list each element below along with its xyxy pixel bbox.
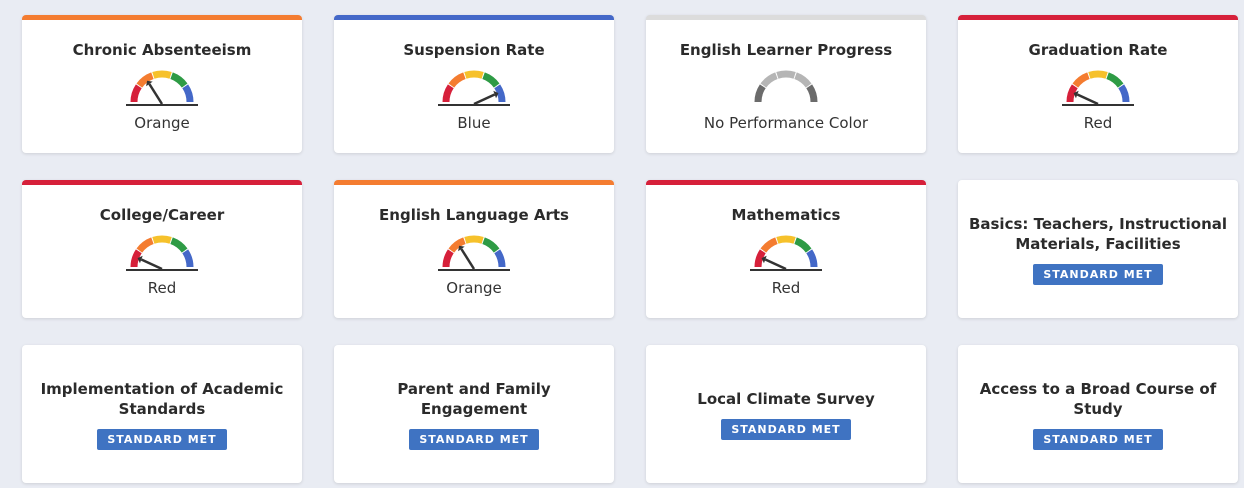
standard-met-badge: STANDARD MET (721, 418, 851, 440)
card-mathematics[interactable]: Mathematics Red (646, 180, 926, 318)
card-title: Suspension Rate (403, 41, 545, 59)
gauge-segment-yellow (776, 235, 796, 244)
card-status: Red (771, 279, 801, 297)
gauge-segment-blue (1118, 84, 1130, 103)
card-parent-family-engagement[interactable]: Parent and Family Engagement STANDARD ME… (334, 345, 614, 483)
card-implementation-academic-standards[interactable]: Implementation of Academic Standards STA… (22, 345, 302, 483)
gauge-segment-red (754, 84, 766, 103)
standard-met-badge: STANDARD MET (1033, 263, 1163, 285)
card-title: Parent and Family Engagement (397, 379, 551, 418)
card-status: No Performance Color (703, 114, 869, 132)
card-title: Local Climate Survey (697, 389, 875, 408)
gauge-needle (473, 93, 496, 106)
gauge-segment-green (482, 237, 500, 253)
gauge-segment-blue (806, 84, 818, 103)
gauge-icon (126, 70, 198, 106)
gauge-icon (754, 70, 818, 103)
card-title: Access to a Broad Course of Study (979, 379, 1217, 418)
card-title: Implementation of Academic Standards (40, 379, 284, 418)
gauge-segment-yellow (464, 235, 484, 244)
card-college-career[interactable]: College/Career Red (22, 180, 302, 318)
card-title: Chronic Absenteeism (72, 41, 252, 59)
card-english-language-arts[interactable]: English Language Arts Orange (334, 180, 614, 318)
card-status: Red (1083, 114, 1113, 132)
gauge-needle (148, 83, 164, 105)
standard-met-badge: STANDARD MET (1033, 428, 1163, 450)
gauge-needle (460, 248, 476, 270)
card-graduation-rate[interactable]: Graduation Rate Red (958, 15, 1238, 153)
card-title: College/Career (99, 206, 225, 224)
card-status: Blue (457, 114, 491, 132)
gauge-needle (1076, 93, 1099, 106)
gauge-segment-yellow (776, 70, 796, 79)
gauge-segment-yellow (152, 70, 172, 79)
card-title: Graduation Rate (1028, 41, 1168, 59)
gauge-needle (140, 258, 163, 271)
card-status: Orange (134, 114, 190, 132)
gauge-segment-blue (182, 84, 194, 103)
gauge-segment-green (170, 72, 188, 88)
gauge-segment-orange (136, 237, 154, 253)
gauge-segment-green (794, 237, 812, 253)
gauge-segment-orange (448, 72, 466, 88)
card-chronic-absenteeism[interactable]: Chronic Absenteeism Orange (22, 15, 302, 153)
gauge-segment-red (442, 84, 454, 103)
gauge-icon (438, 235, 510, 271)
gauge-icon (750, 235, 822, 271)
gauge-segment-orange (1072, 72, 1090, 88)
gauge-segment-blue (494, 249, 506, 268)
card-access-broad-course[interactable]: Access to a Broad Course of Study STANDA… (958, 345, 1238, 483)
card-local-climate-survey[interactable]: Local Climate Survey STANDARD MET (646, 345, 926, 483)
card-title: Basics: Teachers, Instructional Material… (968, 214, 1228, 253)
gauge-needle (764, 258, 787, 271)
gauge-segment-yellow (1088, 70, 1108, 79)
card-basics[interactable]: Basics: Teachers, Instructional Material… (958, 180, 1238, 318)
gauge-segment-blue (182, 249, 194, 268)
gauge-segment-red (130, 84, 142, 103)
standard-met-badge: STANDARD MET (97, 428, 227, 450)
card-status: Orange (446, 279, 502, 297)
gauge-icon (126, 235, 198, 271)
gauge-segment-yellow (152, 235, 172, 244)
gauge-segment-orange (760, 237, 778, 253)
card-title: Mathematics (731, 206, 841, 224)
gauge-icon (438, 70, 510, 106)
card-title: English Language Arts (379, 206, 569, 224)
gauge-segment-yellow (464, 70, 484, 79)
gauge-icon (1062, 70, 1134, 106)
gauge-segment-orange (760, 72, 778, 88)
gauge-segment-green (794, 72, 812, 88)
indicator-grid: Chronic Absenteeism Orange Suspension Ra… (0, 0, 1244, 488)
card-title: English Learner Progress (679, 41, 893, 59)
card-status: Red (147, 279, 177, 297)
gauge-segment-red (442, 249, 454, 268)
standard-met-badge: STANDARD MET (409, 428, 539, 450)
card-suspension-rate[interactable]: Suspension Rate Blue (334, 15, 614, 153)
gauge-segment-green (482, 72, 500, 88)
gauge-segment-green (170, 237, 188, 253)
gauge-segment-blue (806, 249, 818, 268)
card-english-learner-progress[interactable]: English Learner Progress No Performance … (646, 15, 926, 153)
gauge-segment-green (1106, 72, 1124, 88)
